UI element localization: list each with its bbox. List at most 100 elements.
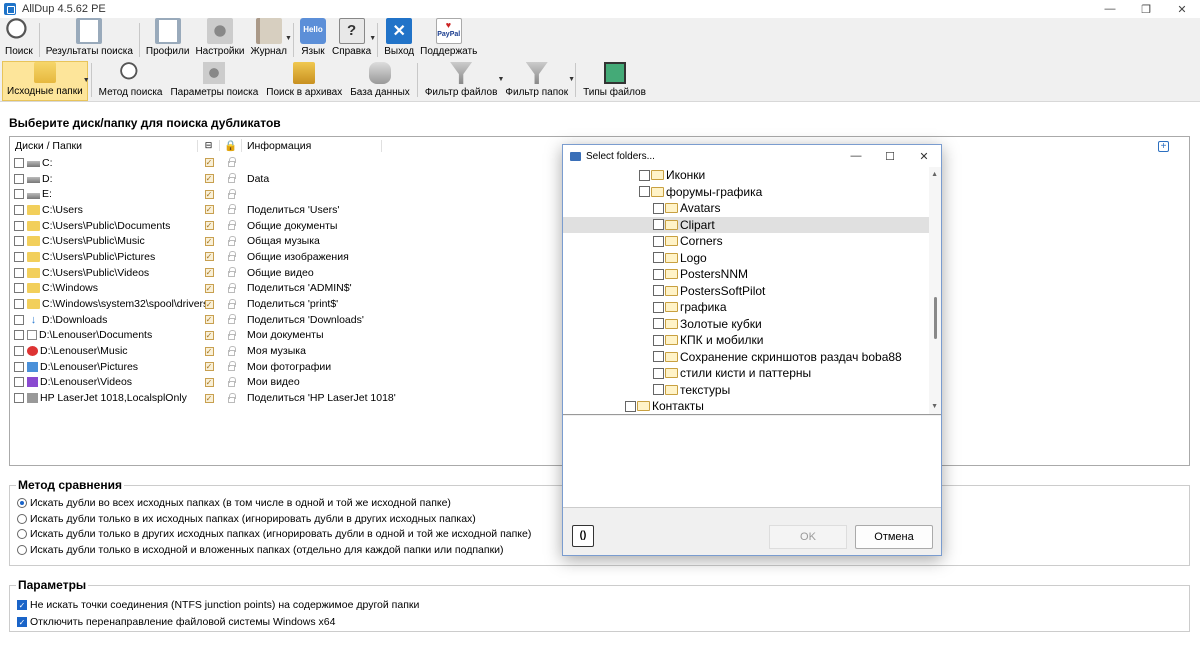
row-checkbox[interactable] xyxy=(14,330,24,341)
tab-file-types[interactable]: Типы файлов xyxy=(579,61,650,101)
language-button[interactable]: Hello Язык xyxy=(297,18,329,61)
checkbox[interactable]: ✓ xyxy=(17,617,27,627)
tree-checkbox[interactable] xyxy=(653,384,664,396)
row-checkbox[interactable] xyxy=(14,361,24,372)
row-checkbox[interactable] xyxy=(14,377,24,388)
param-option[interactable]: ✓ Не искать точки соединения (NTFS juncti… xyxy=(17,599,419,611)
chevron-down-icon[interactable]: ▼ xyxy=(285,35,292,42)
lock-icon[interactable] xyxy=(227,361,236,372)
ok-button[interactable]: OK xyxy=(769,525,847,549)
tree-checkbox[interactable] xyxy=(653,334,664,346)
lock-icon[interactable] xyxy=(227,392,236,403)
dialog-maximize-button[interactable]: ☐ xyxy=(873,145,907,167)
cancel-button[interactable]: Отмена xyxy=(855,525,933,549)
tree-checkbox[interactable] xyxy=(653,318,664,330)
tree-checkbox[interactable] xyxy=(653,202,664,214)
radio-button[interactable] xyxy=(17,544,27,555)
lock-icon[interactable] xyxy=(227,157,236,168)
lock-icon[interactable] xyxy=(227,298,236,309)
subfolders-checkbox[interactable]: ✓ xyxy=(204,252,214,262)
tree-checkbox[interactable] xyxy=(653,219,664,231)
lock-icon[interactable] xyxy=(227,282,236,293)
tree-item[interactable]: КПК и мобилки xyxy=(563,332,941,349)
scroll-thumb[interactable] xyxy=(934,297,937,339)
column-name[interactable]: Диски / Папки xyxy=(10,139,198,152)
dialog-minimize-button[interactable]: — xyxy=(839,145,873,167)
row-checkbox[interactable] xyxy=(14,220,24,231)
close-button[interactable]: ✕ xyxy=(1164,0,1200,18)
refresh-button[interactable]: () xyxy=(572,525,594,547)
radio-button[interactable] xyxy=(17,513,27,524)
restore-button[interactable]: ❐ xyxy=(1128,0,1164,18)
tree-item[interactable]: Иконки xyxy=(563,167,941,184)
tree-item[interactable]: Corners xyxy=(563,233,941,250)
row-checkbox[interactable] xyxy=(14,393,24,404)
tree-item[interactable]: форумы-графика xyxy=(563,184,941,201)
row-checkbox[interactable] xyxy=(14,173,24,184)
lock-column-icon[interactable]: 🔒 xyxy=(220,139,242,152)
selected-folders-area[interactable] xyxy=(563,416,941,508)
tab-folder-filter[interactable]: Фильтр папок ▼ xyxy=(501,61,575,101)
tree-item[interactable]: Золотые кубки xyxy=(563,316,941,333)
subfolders-checkbox[interactable]: ✓ xyxy=(204,236,214,246)
subfolders-checkbox[interactable]: ✓ xyxy=(204,158,214,168)
row-checkbox[interactable] xyxy=(14,236,24,247)
subfolders-checkbox[interactable]: ✓ xyxy=(204,299,214,309)
lock-icon[interactable] xyxy=(227,345,236,356)
add-folder-button[interactable]: + xyxy=(1158,141,1169,152)
tree-item[interactable]: графика xyxy=(563,299,941,316)
subfolders-checkbox[interactable]: ✓ xyxy=(204,315,214,325)
tab-file-filter[interactable]: Фильтр файлов ▼ xyxy=(421,61,504,101)
row-checkbox[interactable] xyxy=(14,299,24,310)
lock-icon[interactable] xyxy=(227,188,236,199)
search-button[interactable]: Поиск xyxy=(2,18,36,61)
scroll-up-icon[interactable]: ▲ xyxy=(931,171,938,178)
tree-checkbox[interactable] xyxy=(653,235,664,247)
tree-item[interactable]: Logo xyxy=(563,250,941,267)
donate-button[interactable]: ♥ PayPal Поддержать xyxy=(417,18,480,61)
subfolders-checkbox[interactable]: ✓ xyxy=(204,205,214,215)
lock-icon[interactable] xyxy=(227,251,236,262)
tab-source-folders[interactable]: Исходные папки ▼ xyxy=(2,61,90,101)
profiles-button[interactable]: Профили xyxy=(143,18,193,61)
exit-button[interactable]: ✕ Выход xyxy=(381,18,417,61)
lock-icon[interactable] xyxy=(227,329,236,340)
subfolders-checkbox[interactable]: ✓ xyxy=(204,362,214,372)
subfolders-checkbox[interactable]: ✓ xyxy=(204,346,214,356)
journal-button[interactable]: Журнал ▼ xyxy=(247,18,292,61)
tab-archive-search[interactable]: Поиск в архивах xyxy=(262,61,346,101)
row-checkbox[interactable] xyxy=(14,267,24,278)
subfolders-checkbox[interactable]: ✓ xyxy=(204,268,214,278)
results-button[interactable]: Результаты поиска xyxy=(43,18,136,61)
compare-option[interactable]: Искать дубли только в исходной и вложенн… xyxy=(17,544,504,556)
radio-button[interactable] xyxy=(17,498,27,508)
tree-checkbox[interactable] xyxy=(639,169,650,181)
lock-icon[interactable] xyxy=(227,220,236,231)
tree-checkbox[interactable] xyxy=(653,351,664,363)
tree-checkbox[interactable] xyxy=(653,301,664,313)
tree-item[interactable]: Контакты xyxy=(563,398,941,414)
lock-icon[interactable] xyxy=(227,173,236,184)
row-checkbox[interactable] xyxy=(14,346,24,357)
tree-item[interactable]: PostersNNM xyxy=(563,266,941,283)
row-checkbox[interactable] xyxy=(14,314,24,325)
compare-option[interactable]: Искать дубли только в их исходных папках… xyxy=(17,513,476,525)
subfolders-checkbox[interactable]: ✓ xyxy=(204,221,214,231)
radio-button[interactable] xyxy=(17,529,27,539)
tab-database[interactable]: База данных xyxy=(346,61,414,101)
row-checkbox[interactable] xyxy=(14,157,24,168)
tab-search-params[interactable]: Параметры поиска xyxy=(166,61,262,101)
compare-option[interactable]: Искать дубли во всех исходных папках (в … xyxy=(17,497,451,509)
dialog-close-button[interactable]: ✕ xyxy=(907,145,941,167)
subfolders-column-icon[interactable]: ⊟ xyxy=(198,140,220,151)
subfolders-checkbox[interactable]: ✓ xyxy=(204,283,214,293)
param-option[interactable]: ✓ Отключить перенаправление файловой сист… xyxy=(17,616,335,628)
tree-checkbox[interactable] xyxy=(653,367,664,379)
tree-item[interactable]: текстуры xyxy=(563,382,941,399)
tree-scrollbar[interactable]: ▲ ▼ xyxy=(929,167,941,414)
subfolders-checkbox[interactable]: ✓ xyxy=(204,330,214,340)
column-info[interactable]: Информация xyxy=(242,139,382,152)
subfolders-checkbox[interactable]: ✓ xyxy=(204,393,214,403)
tree-item[interactable]: Сохранение скриншотов раздач boba88 xyxy=(563,349,941,366)
lock-icon[interactable] xyxy=(227,376,236,387)
